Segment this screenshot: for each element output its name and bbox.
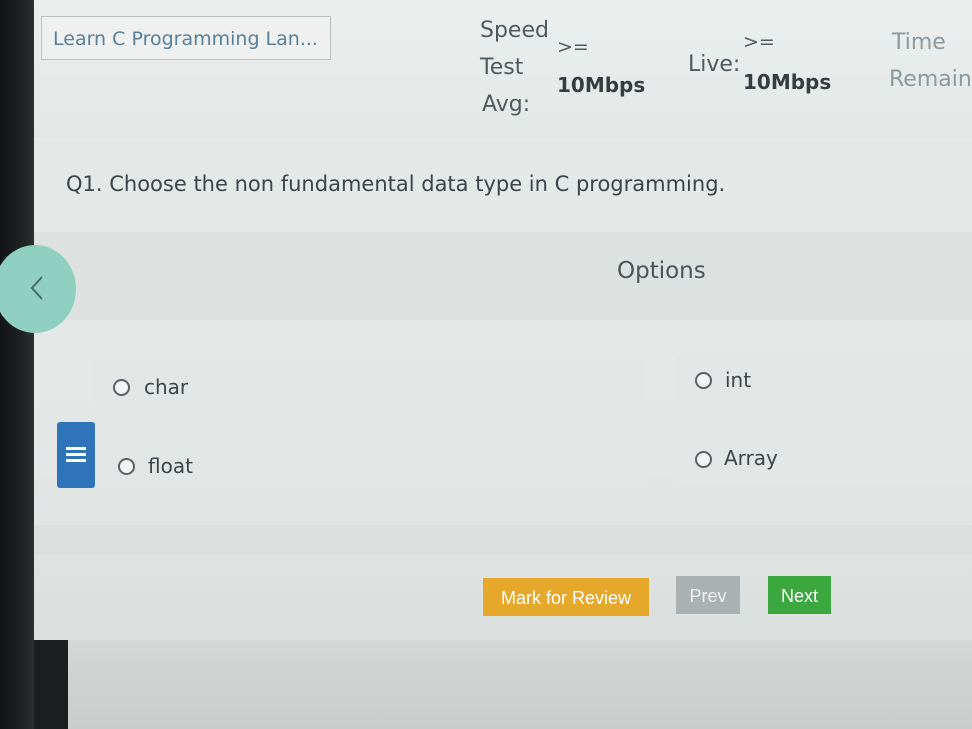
option-label: float xyxy=(148,454,193,478)
footer-area xyxy=(34,640,972,729)
options-title: Options xyxy=(617,258,706,284)
live-value: 10Mbps xyxy=(743,70,832,94)
device-bezel xyxy=(0,0,34,729)
speed-label-line1: Speed xyxy=(480,18,549,43)
option-int[interactable]: int xyxy=(675,355,972,405)
speed-value: 10Mbps xyxy=(557,73,646,97)
option-label: int xyxy=(725,368,752,392)
prev-button[interactable]: Prev xyxy=(676,576,740,614)
hamburger-icon xyxy=(66,447,86,450)
remain-label: Remain xyxy=(889,67,972,92)
option-array[interactable]: Array xyxy=(675,433,972,483)
question-text: Q1. Choose the non fundamental data type… xyxy=(66,172,726,196)
divider-strip xyxy=(34,525,972,555)
option-char[interactable]: char xyxy=(95,358,645,410)
option-float[interactable]: float xyxy=(100,436,646,488)
option-label: char xyxy=(144,375,189,399)
radio-button[interactable] xyxy=(113,379,130,396)
speed-label-line3: Avg: xyxy=(482,92,531,117)
device-bezel-bottom xyxy=(34,640,68,729)
next-button[interactable]: Next xyxy=(768,576,831,614)
speed-compare: >= xyxy=(557,36,589,58)
live-compare: >= xyxy=(743,31,775,53)
option-label: Array xyxy=(724,446,778,470)
time-label: Time xyxy=(892,30,946,55)
radio-button[interactable] xyxy=(695,451,712,468)
options-header xyxy=(34,232,972,320)
radio-button[interactable] xyxy=(118,458,135,475)
menu-button[interactable] xyxy=(57,422,95,488)
mark-for-review-button[interactable]: Mark for Review xyxy=(483,578,649,616)
speed-label-line2: Test xyxy=(480,55,524,80)
radio-button[interactable] xyxy=(695,372,712,389)
chevron-left-icon xyxy=(30,276,43,300)
course-title[interactable]: Learn C Programming Lan... xyxy=(41,16,331,60)
live-label: Live: xyxy=(688,52,741,77)
